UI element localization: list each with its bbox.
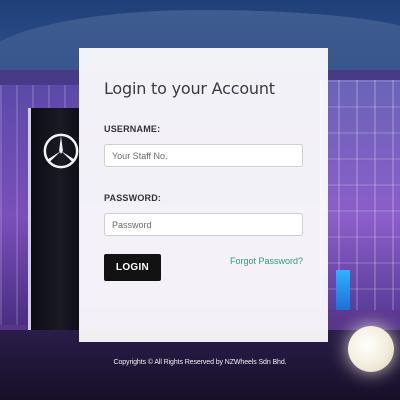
username-input[interactable]: [104, 144, 303, 167]
login-title: Login to your Account: [104, 79, 275, 98]
copyright-text: Copyrights © All Rights Reserved by NZWh…: [113, 359, 287, 366]
forgot-password-link[interactable]: Forgot Password?: [230, 256, 303, 266]
username-label: USERNAME:: [104, 124, 161, 134]
three-pointed-star-icon: [43, 133, 79, 169]
login-actions: LOGIN Forgot Password?: [104, 254, 303, 281]
background-poster: [336, 270, 350, 310]
background-glass-facade: [320, 80, 400, 310]
password-input[interactable]: [104, 213, 303, 236]
password-label: PASSWORD:: [104, 193, 162, 203]
login-button[interactable]: LOGIN: [104, 254, 161, 281]
login-card: Login to your Account USERNAME: PASSWORD…: [79, 48, 328, 342]
